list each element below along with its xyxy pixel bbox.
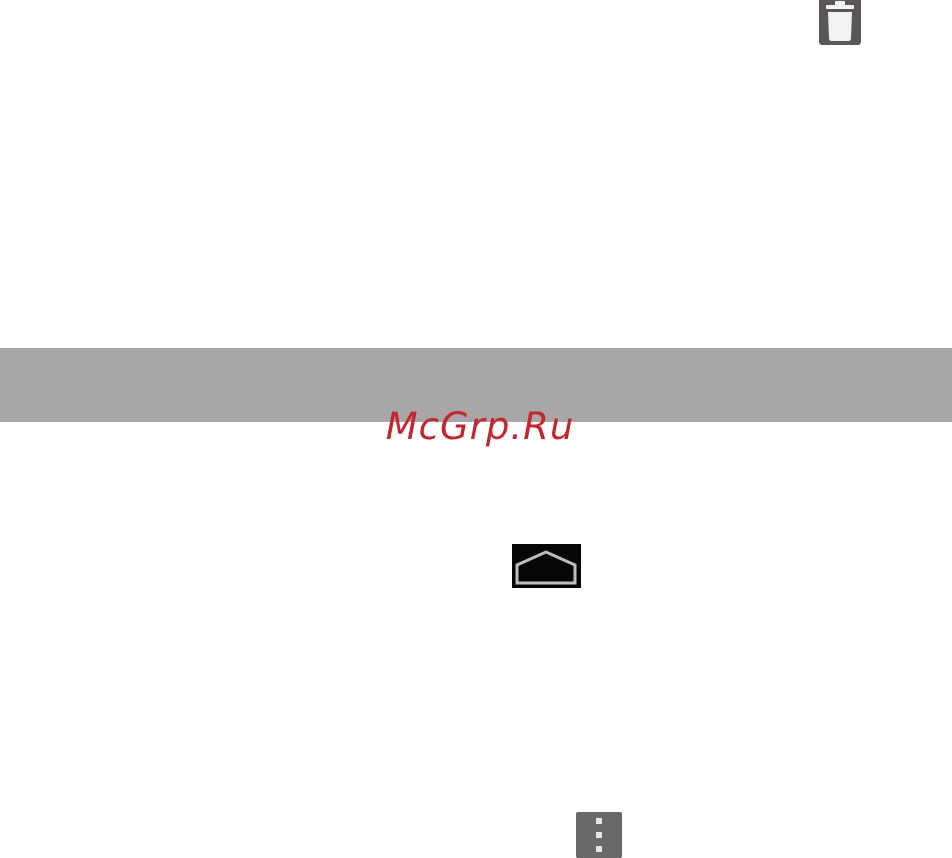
overflow-menu-icon xyxy=(576,812,622,858)
trash-can-icon xyxy=(819,0,861,45)
watermark: McGrp.Ru xyxy=(385,405,575,448)
home-icon xyxy=(512,544,581,588)
